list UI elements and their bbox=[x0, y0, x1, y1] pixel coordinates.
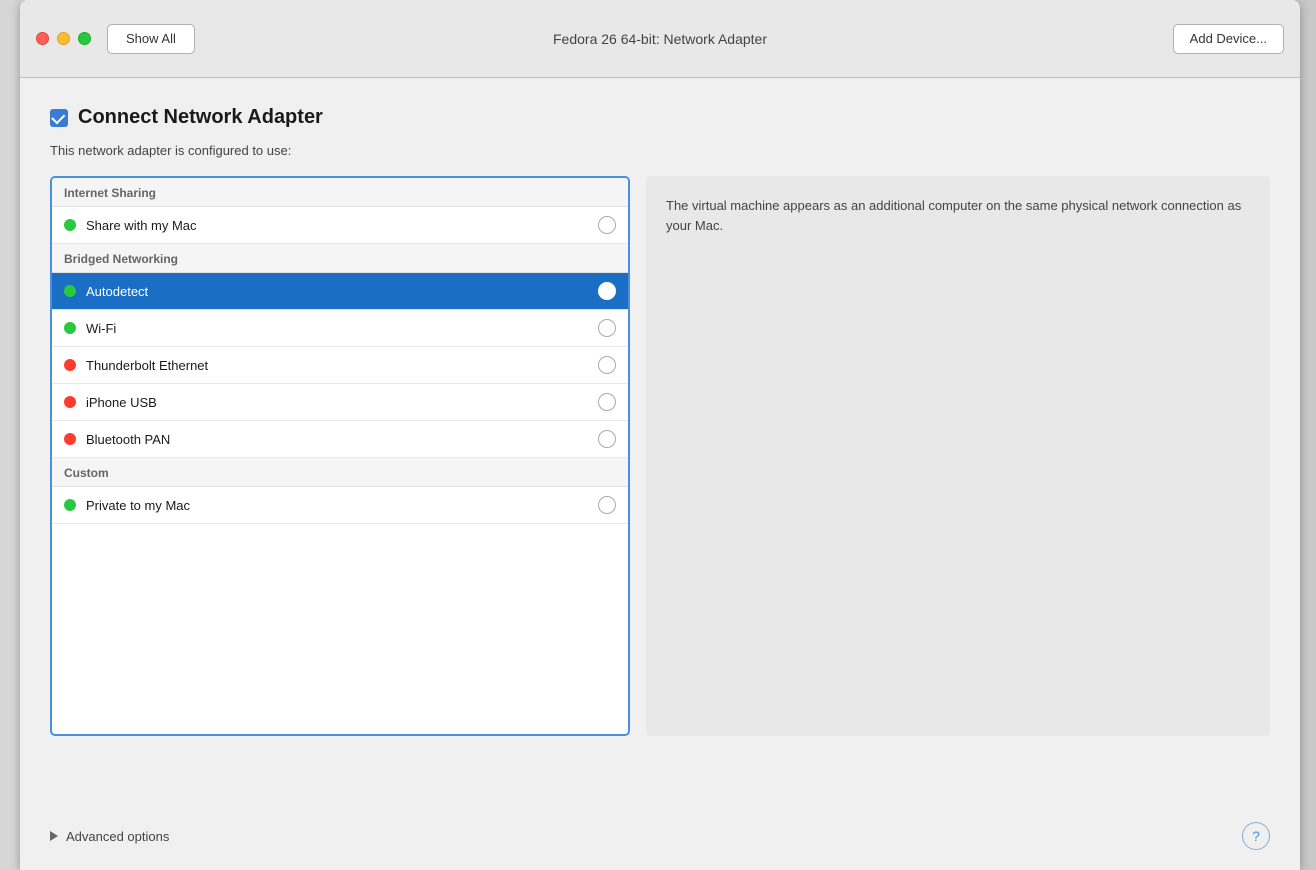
connect-header: Connect Network Adapter bbox=[50, 106, 1270, 129]
close-button[interactable] bbox=[36, 32, 49, 45]
maximize-button[interactable] bbox=[78, 32, 91, 45]
window-title: Fedora 26 64-bit: Network Adapter bbox=[553, 31, 767, 47]
radio-share-with-mac[interactable] bbox=[598, 216, 616, 234]
list-item-autodetect[interactable]: Autodetect bbox=[52, 273, 628, 310]
list-item-wifi[interactable]: Wi-Fi bbox=[52, 310, 628, 347]
description-text: The virtual machine appears as an additi… bbox=[666, 198, 1241, 233]
network-list-panel: Internet Sharing Share with my Mac Bridg… bbox=[50, 176, 630, 736]
list-item-iphone-usb[interactable]: iPhone USB bbox=[52, 384, 628, 421]
radio-autodetect[interactable] bbox=[598, 282, 616, 300]
bottom-bar: Advanced options ? bbox=[50, 822, 1270, 850]
radio-thunderbolt[interactable] bbox=[598, 356, 616, 374]
traffic-lights bbox=[36, 32, 91, 45]
show-all-button[interactable]: Show All bbox=[107, 24, 195, 54]
item-label: Thunderbolt Ethernet bbox=[86, 358, 598, 373]
radio-wifi[interactable] bbox=[598, 319, 616, 337]
section-header-internet-sharing: Internet Sharing bbox=[52, 178, 628, 207]
triangle-icon bbox=[50, 831, 58, 841]
item-label: Wi-Fi bbox=[86, 321, 598, 336]
status-dot-red bbox=[64, 359, 76, 371]
item-label: iPhone USB bbox=[86, 395, 598, 410]
help-button[interactable]: ? bbox=[1242, 822, 1270, 850]
content-area: Connect Network Adapter This network ada… bbox=[20, 78, 1300, 870]
advanced-options-button[interactable]: Advanced options bbox=[50, 829, 169, 844]
advanced-options-label: Advanced options bbox=[66, 829, 169, 844]
status-dot-green bbox=[64, 499, 76, 511]
list-item-thunderbolt[interactable]: Thunderbolt Ethernet bbox=[52, 347, 628, 384]
connect-title: Connect Network Adapter bbox=[78, 106, 323, 129]
add-device-button[interactable]: Add Device... bbox=[1173, 24, 1284, 54]
description-panel: The virtual machine appears as an additi… bbox=[646, 176, 1270, 736]
subtitle-text: This network adapter is configured to us… bbox=[50, 143, 1270, 158]
section-header-bridged: Bridged Networking bbox=[52, 244, 628, 273]
two-col-layout: Internet Sharing Share with my Mac Bridg… bbox=[50, 176, 1270, 736]
list-item-bluetooth-pan[interactable]: Bluetooth PAN bbox=[52, 421, 628, 458]
list-item-private-to-mac[interactable]: Private to my Mac bbox=[52, 487, 628, 524]
item-label: Autodetect bbox=[86, 284, 598, 299]
connect-checkbox[interactable] bbox=[50, 109, 68, 127]
status-dot-green bbox=[64, 285, 76, 297]
radio-private-to-mac[interactable] bbox=[598, 496, 616, 514]
titlebar: Show All Fedora 26 64-bit: Network Adapt… bbox=[20, 0, 1300, 78]
item-label: Bluetooth PAN bbox=[86, 432, 598, 447]
item-label: Share with my Mac bbox=[86, 218, 598, 233]
status-dot-red bbox=[64, 396, 76, 408]
status-dot-green bbox=[64, 322, 76, 334]
status-dot-red bbox=[64, 433, 76, 445]
radio-bluetooth-pan[interactable] bbox=[598, 430, 616, 448]
status-dot-green bbox=[64, 219, 76, 231]
list-item-share-with-mac[interactable]: Share with my Mac bbox=[52, 207, 628, 244]
item-label: Private to my Mac bbox=[86, 498, 598, 513]
minimize-button[interactable] bbox=[57, 32, 70, 45]
main-window: Show All Fedora 26 64-bit: Network Adapt… bbox=[20, 0, 1300, 870]
radio-iphone-usb[interactable] bbox=[598, 393, 616, 411]
section-header-custom: Custom bbox=[52, 458, 628, 487]
